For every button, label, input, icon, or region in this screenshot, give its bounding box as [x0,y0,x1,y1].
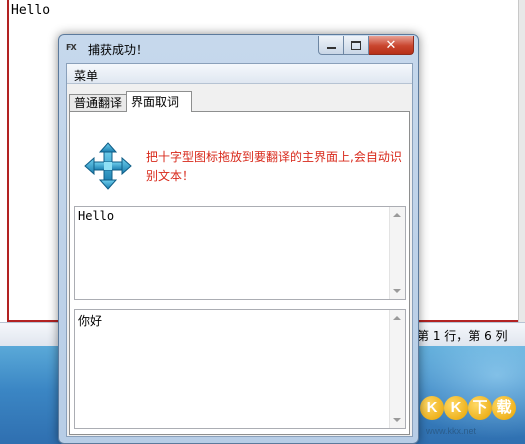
watermark-letter: K [420,396,444,420]
tab-normal-translate[interactable]: 普通翻译 [69,94,131,112]
tab-panel: 把十字型图标拖放到要翻译的主界面上,会自动识别文本！ Hello 你好 [69,111,410,435]
capture-hint: 把十字型图标拖放到要翻译的主界面上,会自动识别文本！ [146,150,402,183]
scroll-down-icon[interactable] [393,418,401,422]
minimize-button[interactable] [318,36,344,55]
watermark-letter: 载 [492,396,516,420]
tab-screen-capture[interactable]: 界面取词 [126,91,192,112]
menu-item-menu[interactable]: 菜单 [74,67,98,84]
status-position: 第 1 行，第 6 列 [417,329,508,343]
result-scrollbar[interactable] [389,310,405,428]
result-text: 你好 [78,314,103,328]
app-icon: FX [66,43,77,52]
close-icon: ✕ [385,37,397,53]
editor-scrollbar[interactable] [518,0,525,322]
caption-buttons: ✕ [318,36,414,55]
watermark-logo: K K 下 载 www.kkx.net [420,396,520,440]
dialog-client: 菜单 普通翻译 界面取词 把十字型图标拖放到要翻译的主界面上,会自动识别文本！ … [66,63,413,437]
scroll-down-icon[interactable] [393,289,401,293]
source-text: Hello [78,209,115,223]
scroll-up-icon[interactable] [393,213,401,217]
close-button[interactable]: ✕ [369,36,414,55]
editor-text[interactable]: Hello [11,3,50,18]
result-text-area[interactable]: 你好 [74,309,406,429]
title-bar[interactable]: FX 捕获成功！ ✕ [59,35,418,63]
maximize-button[interactable] [344,36,369,55]
menu-bar: 菜单 [67,64,412,84]
capture-dialog: FX 捕获成功！ ✕ 菜单 普通翻译 界面取词 把十字型图标拖放到要翻译的主界面… [58,34,419,444]
crosshair-drag-icon[interactable] [84,142,132,190]
watermark-url: www.kkx.net [426,426,477,436]
source-scrollbar[interactable] [389,207,405,299]
editor-border-left [7,0,9,322]
maximize-icon [351,40,361,50]
scroll-up-icon[interactable] [393,316,401,320]
minimize-icon [326,47,336,49]
watermark-letter: 下 [468,396,492,420]
watermark-letter: K [444,396,468,420]
tab-strip: 普通翻译 界面取词 [67,91,412,112]
source-text-area[interactable]: Hello [74,206,406,300]
dialog-title: 捕获成功！ [88,43,149,57]
